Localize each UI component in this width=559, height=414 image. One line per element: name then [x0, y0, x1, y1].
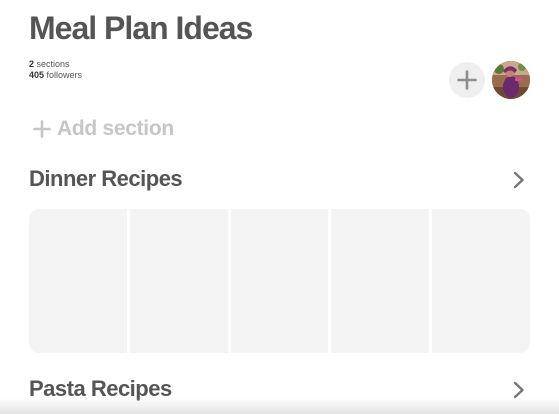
followers-label: followers [46, 70, 83, 80]
plus-icon [457, 70, 477, 90]
chevron-right-icon [513, 171, 524, 189]
add-pin-button[interactable] [449, 62, 485, 98]
section-header-dinner-recipes[interactable]: Dinner Recipes [29, 166, 529, 196]
plus-icon [33, 120, 51, 138]
sections-label: sections [36, 59, 70, 69]
sections-stat: 2 sections [29, 59, 82, 70]
board-title: Meal Plan Ideas [29, 10, 253, 46]
add-section-button[interactable]: Add section [33, 117, 174, 141]
chevron-right-icon [513, 381, 524, 399]
followers-stat[interactable]: 405 followers [29, 70, 82, 81]
preview-tile [230, 209, 329, 353]
section-preview-tiles[interactable] [29, 209, 530, 353]
preview-tile [432, 209, 530, 353]
followers-count: 405 [29, 70, 45, 80]
user-avatar-image [492, 61, 530, 99]
add-section-label: Add section [57, 117, 174, 140]
section-title: Dinner Recipes [29, 166, 183, 191]
board-stats: 2 sections 405 followers [29, 59, 82, 81]
board-page: Meal Plan Ideas 2 sections 405 followers [0, 0, 559, 414]
section-header-pasta-recipes[interactable]: Pasta Recipes [29, 376, 529, 406]
preview-tile [29, 209, 127, 353]
avatar[interactable] [492, 61, 530, 99]
preview-tile [331, 209, 430, 353]
section-title: Pasta Recipes [29, 376, 172, 401]
preview-tile [129, 209, 228, 353]
sections-count: 2 [29, 59, 35, 69]
